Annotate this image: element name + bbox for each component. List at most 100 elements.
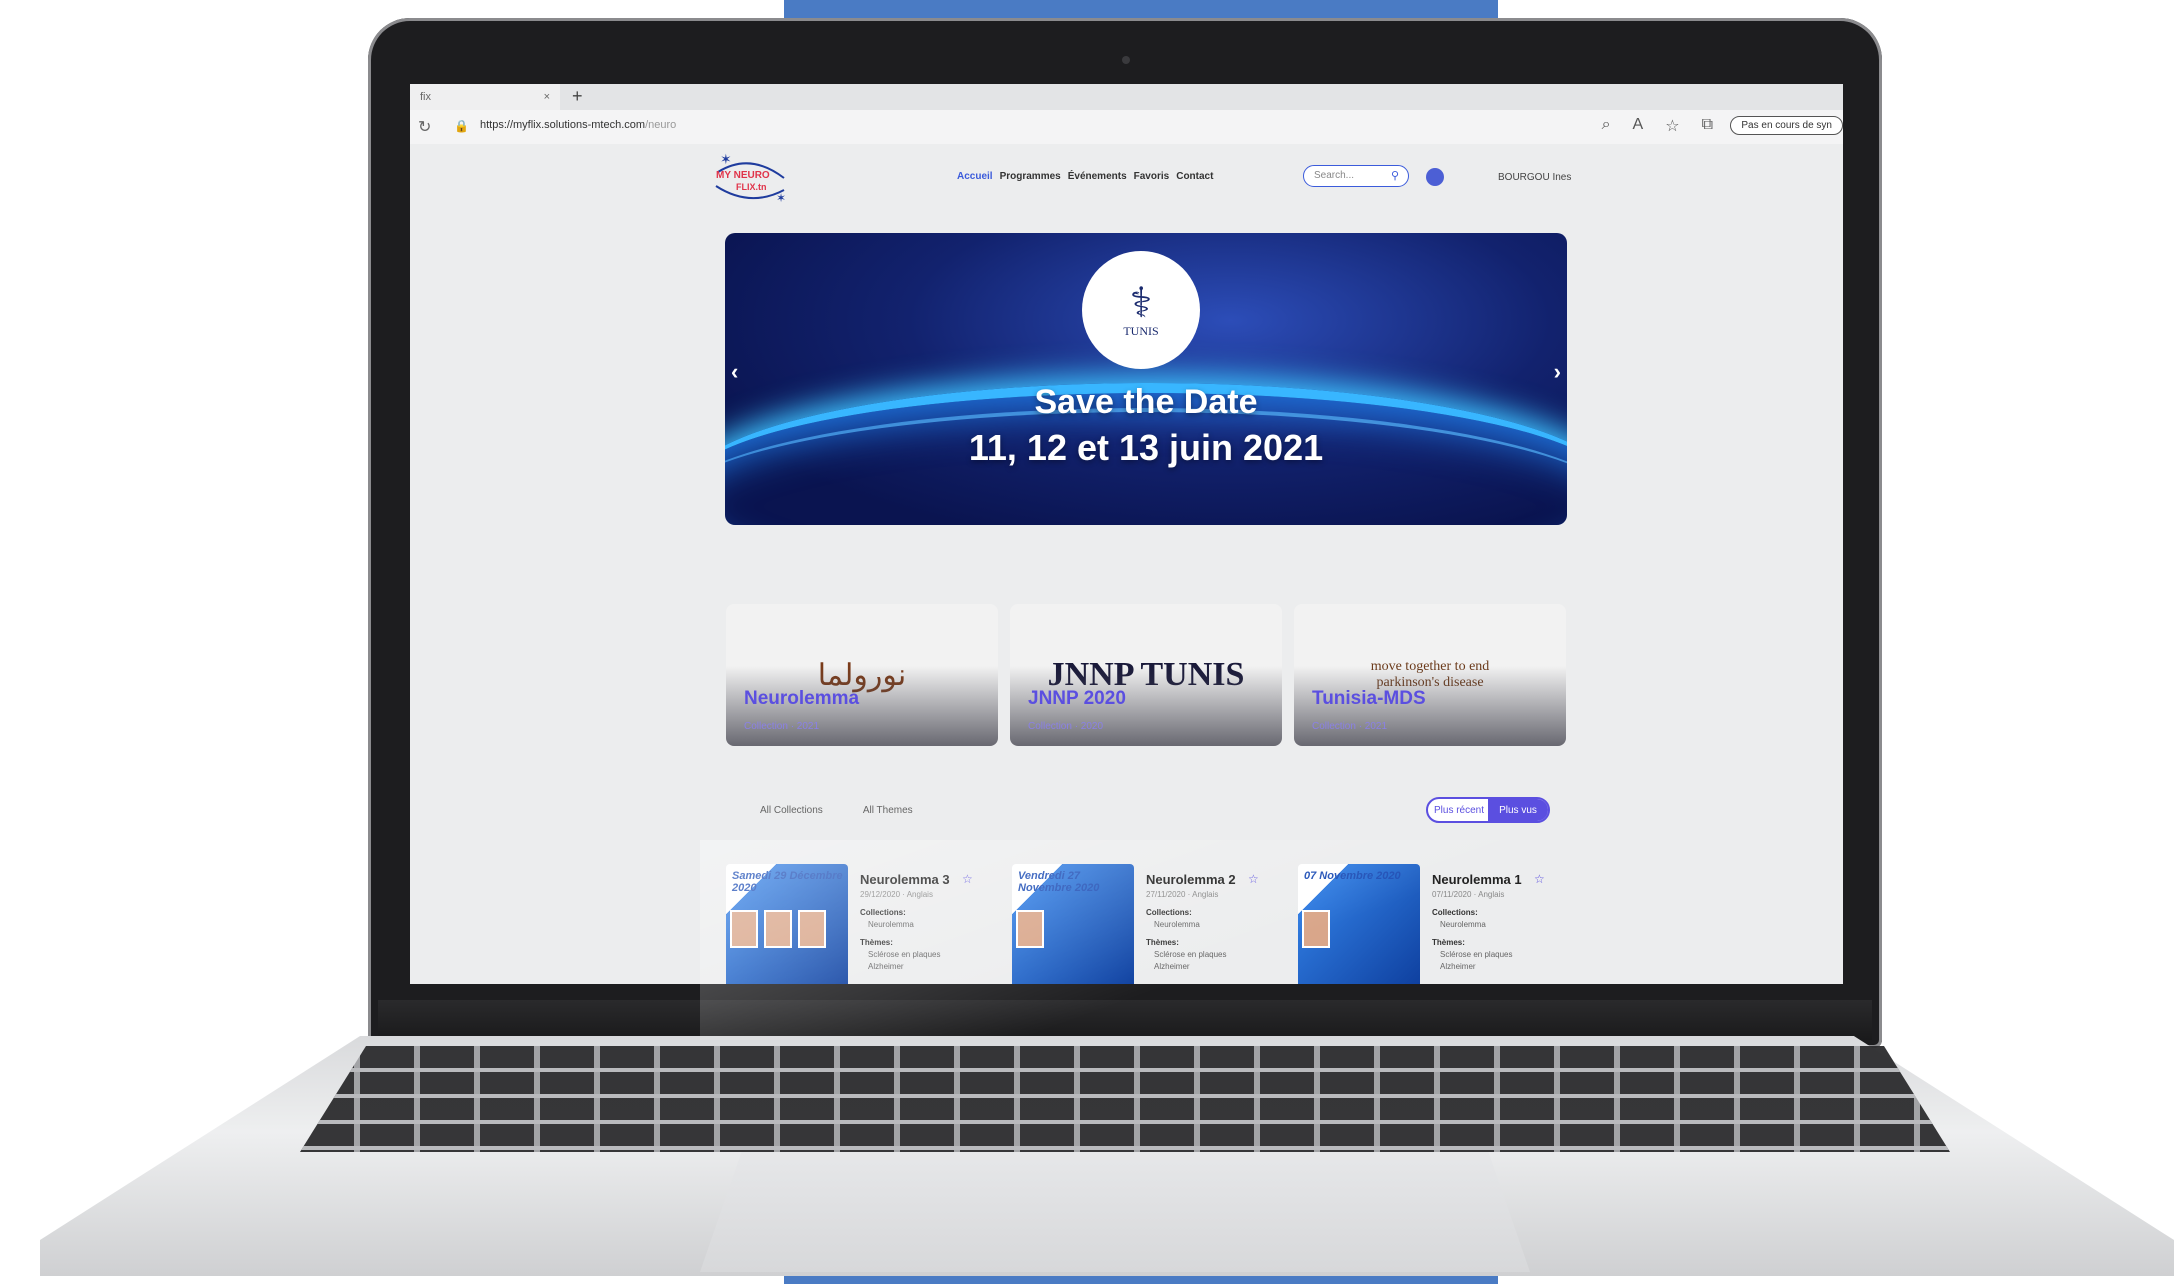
hero-carousel: ⚕ TUNIS Save the Date 11, 12 et 13 juin … [725, 233, 1567, 525]
logo-star-icon: ✶ [720, 152, 732, 167]
favorite-star-icon[interactable]: ☆ [1248, 872, 1259, 886]
collections-icon[interactable]: ⧉ [1702, 116, 1713, 136]
tab-title: fix [420, 91, 431, 103]
collections-label: Collections: [1432, 908, 1478, 917]
speaker-photo [1302, 910, 1330, 948]
episode-name[interactable]: Neurolemma 3 [860, 872, 950, 887]
speaker-photos [1016, 910, 1044, 948]
reload-icon[interactable]: ↻ [418, 117, 431, 137]
speaker-photo [730, 910, 758, 948]
collection-card[interactable]: move together to end parkinson's disease… [1294, 604, 1566, 746]
browser-tab-bar: fix × + [410, 84, 1843, 110]
nav-contact[interactable]: Contact [1176, 171, 1213, 182]
sort-popular[interactable]: Plus vus [1488, 799, 1548, 821]
speaker-photos [730, 910, 826, 948]
speaker-photo [764, 910, 792, 948]
filter-all-collections[interactable]: All Collections [760, 805, 823, 816]
collection-sub: Collection · 2021 [744, 721, 820, 732]
speaker-photo [1016, 910, 1044, 948]
episode-meta: 27/11/2020 · Anglais [1146, 890, 1219, 899]
speaker-photos [1302, 910, 1330, 948]
theme-item: Sclérose en plaques [868, 950, 941, 959]
collections-label: Collections: [860, 908, 906, 917]
collection-title: JNNP 2020 [1028, 688, 1126, 709]
browser-toolbar-icons: ⌕ A ☆ ⧉ [1602, 116, 1713, 136]
episode-list: Samedi 29 Décembre 2020 Neurolemma 3 ☆ 2… [726, 864, 1570, 984]
sync-button[interactable]: Pas en cours de syn [1730, 116, 1843, 135]
episode-thumbnail[interactable]: 07 Novembre 2020 [1298, 864, 1420, 984]
hero-badge: ⚕ TUNIS [1082, 251, 1200, 369]
collections-label: Collections: [1146, 908, 1192, 917]
search-placeholder: Search... [1314, 170, 1355, 181]
nav-evenements[interactable]: Événements [1068, 171, 1127, 182]
collection-card[interactable]: JNNP TUNIS JNNP 2020 Collection · 2020 [1010, 604, 1282, 746]
themes-label: Thèmes: [860, 938, 893, 947]
keyboard-rows [300, 1046, 1950, 1152]
theme-item: Alzheimer [1440, 962, 1476, 971]
carousel-next-icon[interactable]: › [1554, 359, 1561, 385]
theme-item: Alzheimer [868, 962, 904, 971]
filter-all-themes[interactable]: All Themes [863, 805, 913, 816]
sort-recent[interactable]: Plus récent [1428, 799, 1490, 821]
logo-text-2: FLIX.tn [736, 182, 767, 192]
logo-star-icon-2: ✶ [776, 191, 786, 204]
hero-date: 11, 12 et 13 juin 2021 [968, 427, 1324, 468]
themes-label: Thèmes: [1432, 938, 1465, 947]
episode-date: 07 Novembre 2020 [1304, 870, 1401, 882]
episode-date: Samedi 29 Décembre 2020 [732, 870, 843, 894]
episode-name[interactable]: Neurolemma 1 [1432, 872, 1522, 887]
carousel-prev-icon[interactable]: ‹ [731, 359, 738, 385]
favorite-star-icon[interactable]: ☆ [962, 872, 973, 886]
url-path: /neuro [645, 119, 677, 131]
sort-toggle[interactable]: Plus récent Plus vus [1426, 797, 1550, 823]
user-name[interactable]: BOURGOU Ines [1498, 172, 1571, 183]
theme-item: Sclérose en plaques [1154, 950, 1227, 959]
laptop-screen: fix × + ↻ 🔒 https://myflix.solutions-mte… [410, 84, 1843, 984]
nav-favoris[interactable]: Favoris [1134, 171, 1170, 182]
user-avatar[interactable] [1426, 168, 1444, 186]
episode-card[interactable]: 07 Novembre 2020 Neurolemma 1 ☆ 07/11/20… [1298, 864, 1570, 984]
favorite-star-icon[interactable]: ☆ [1534, 872, 1545, 886]
tab-close-icon[interactable]: × [544, 91, 550, 103]
episode-card[interactable]: Vendredi 27 Novembre 2020 Neurolemma 2 ☆… [1012, 864, 1284, 984]
bottom-accent-bar [784, 1276, 1498, 1284]
browser-tab[interactable]: fix × [410, 84, 560, 110]
search-input[interactable]: Search... ⚲ [1303, 165, 1409, 187]
collection-item: Neurolemma [1154, 920, 1200, 929]
read-aloud-icon[interactable]: A [1633, 116, 1644, 136]
favorites-icon[interactable]: ☆ [1665, 116, 1679, 136]
trackpad [700, 1152, 1530, 1272]
hero-badge-label: TUNIS [1123, 323, 1159, 338]
episode-thumbnail[interactable]: Samedi 29 Décembre 2020 [726, 864, 848, 984]
collection-title: Neurolemma [744, 688, 860, 709]
laptop-hinge [378, 1000, 1872, 1040]
collection-item: Neurolemma [868, 920, 914, 929]
theme-item: Sclérose en plaques [1440, 950, 1513, 959]
neuron-tree-icon: ⚕ [1129, 278, 1153, 326]
episode-name[interactable]: Neurolemma 2 [1146, 872, 1236, 887]
collection-item: Neurolemma [1440, 920, 1486, 929]
collection-sub: Collection · 2021 [1312, 721, 1388, 732]
themes-label: Thèmes: [1146, 938, 1179, 947]
nav-accueil[interactable]: Accueil [957, 171, 993, 182]
main-nav: Accueil Programmes Événements Favoris Co… [957, 171, 1213, 182]
episode-date: Vendredi 27 Novembre 2020 [1018, 870, 1100, 894]
filter-bar: All Collections All Themes [760, 805, 913, 816]
episode-meta: 07/11/2020 · Anglais [1432, 890, 1505, 899]
episode-card[interactable]: Samedi 29 Décembre 2020 Neurolemma 3 ☆ 2… [726, 864, 998, 984]
search-icon[interactable]: ⚲ [1391, 169, 1399, 182]
zoom-icon[interactable]: ⌕ [1602, 116, 1611, 136]
site-logo[interactable]: MY NEURO FLIX.tn ✶ ✶ [710, 152, 792, 204]
nav-programmes[interactable]: Programmes [1000, 171, 1061, 182]
address-bar[interactable]: ↻ 🔒 https://myflix.solutions-mtech.com/n… [410, 110, 1843, 144]
new-tab-icon[interactable]: + [572, 86, 583, 107]
webcam [1122, 56, 1130, 64]
episode-meta: 29/12/2020 · Anglais [860, 890, 933, 899]
url-text[interactable]: https://myflix.solutions-mtech.com/neuro [480, 119, 676, 131]
collection-card[interactable]: نورولما Neurolemma Collection · 2021 [726, 604, 998, 746]
episode-thumbnail[interactable]: Vendredi 27 Novembre 2020 [1012, 864, 1134, 984]
collection-sub: Collection · 2020 [1028, 721, 1104, 732]
logo-text-1: MY NEURO [716, 170, 770, 181]
hero-title: Save the Date [1034, 383, 1258, 421]
collection-title: Tunisia-MDS [1312, 688, 1426, 709]
